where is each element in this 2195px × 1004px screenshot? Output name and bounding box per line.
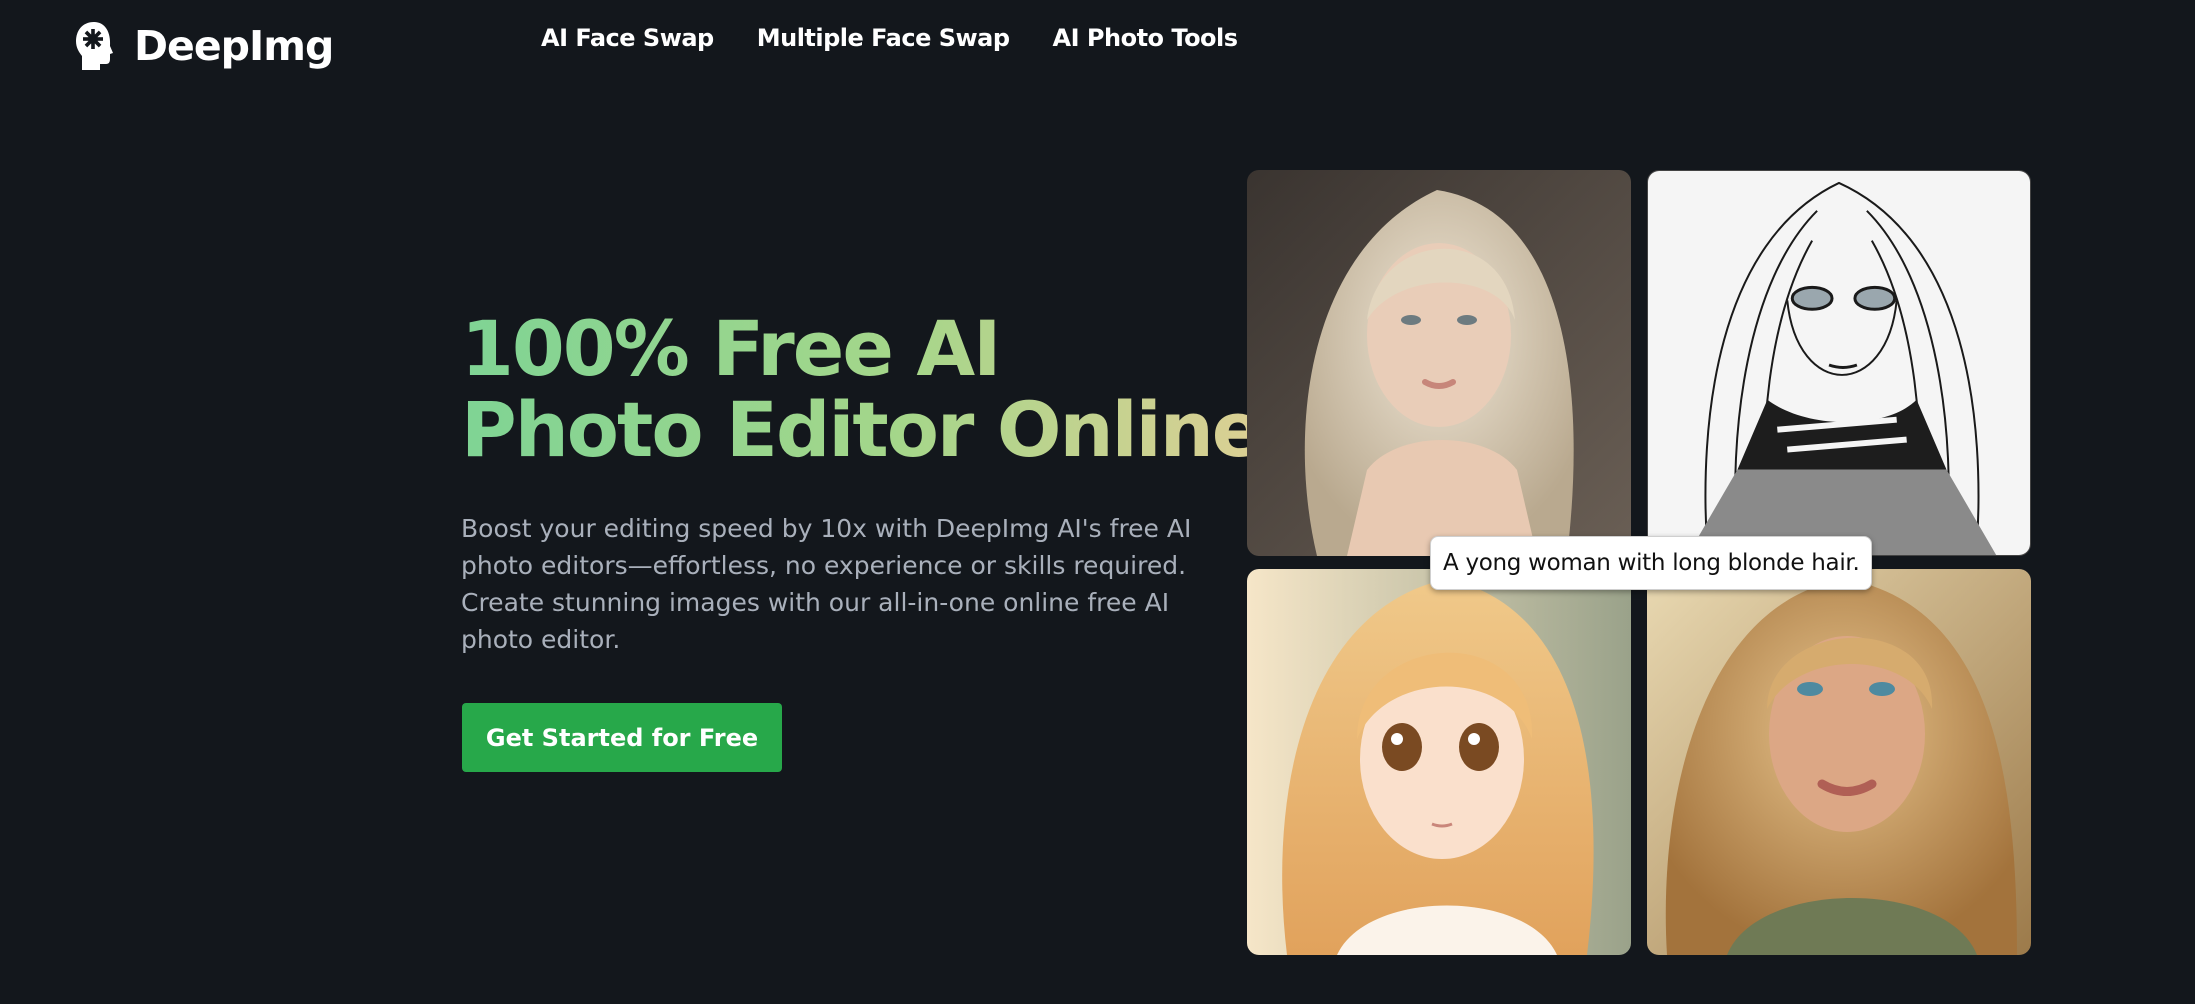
gallery-image-painted-portrait	[1647, 569, 2031, 955]
hero-title: 100% Free AI Photo Editor Online	[461, 308, 1261, 470]
gallery-image-realistic-portrait	[1247, 170, 1631, 556]
main-nav: AI Face Swap Multiple Face Swap AI Photo…	[541, 24, 1238, 52]
page: DeepImg AI Face Swap Multiple Face Swap …	[0, 0, 2195, 1004]
image-caption: A yong woman with long blonde hair.	[1430, 536, 1873, 590]
gallery-image-sketch-portrait	[1647, 170, 2031, 556]
hero-description: Boost your editing speed by 10x with Dee…	[461, 514, 1192, 654]
gallery-image-anime-portrait	[1247, 569, 1631, 955]
nav-ai-photo-tools[interactable]: AI Photo Tools	[1053, 24, 1239, 52]
hero-title-line-2: Photo Editor Online	[461, 385, 1262, 474]
hero-title-line-1: 100% Free AI	[461, 304, 1000, 393]
nav-ai-face-swap[interactable]: AI Face Swap	[541, 24, 714, 52]
get-started-button[interactable]: Get Started for Free	[462, 703, 782, 772]
logo-text: DeepImg	[134, 22, 334, 70]
head-gear-icon	[76, 22, 113, 70]
nav-multiple-face-swap[interactable]: Multiple Face Swap	[757, 24, 1010, 52]
logo-link[interactable]: DeepImg	[74, 20, 334, 72]
